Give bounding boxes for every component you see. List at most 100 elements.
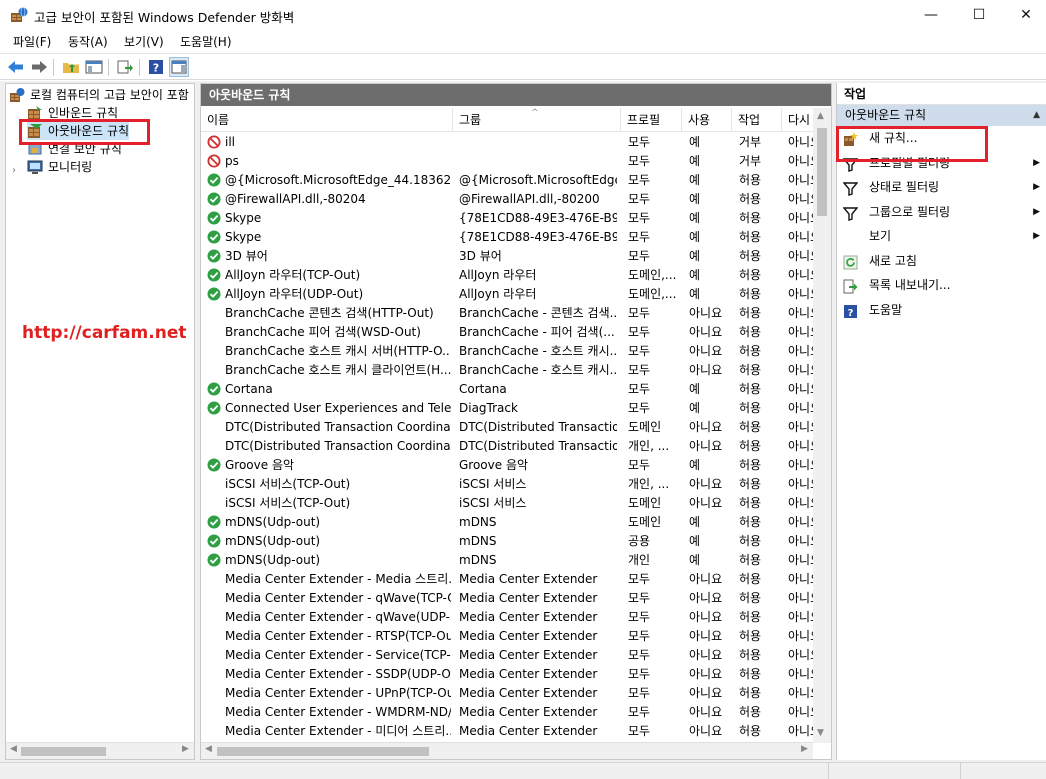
- table-row[interactable]: AllJoyn 라우터(TCP-Out) AllJoyn 라우터 도메인,... 예 허…: [201, 266, 813, 285]
- table-row[interactable]: AllJoyn 라우터(UDP-Out) AllJoyn 라우터 도메인,... 예 허…: [201, 285, 813, 304]
- status-separator: [828, 763, 829, 779]
- table-row[interactable]: BranchCache 호스트 캐시 클라이언트(H... BranchCache…: [201, 361, 813, 380]
- forward-button[interactable]: [29, 57, 49, 77]
- scrollbar-thumb[interactable]: [817, 128, 827, 216]
- scrollbar-thumb[interactable]: [21, 747, 106, 756]
- collapse-up-icon[interactable]: ▲: [1033, 105, 1040, 126]
- cell-enabled: 아니요: [689, 496, 723, 510]
- menu-action[interactable]: 동작(A): [68, 33, 108, 50]
- scroll-right-icon[interactable]: ▶: [182, 744, 189, 754]
- table-row[interactable]: Media Center Extender - UPnP(TCP-Out) Med…: [201, 684, 813, 703]
- table-row[interactable]: iSCSI 서비스(TCP-Out) iSCSI 서비스 도메인 아니요 허용 아니요: [201, 494, 813, 513]
- scroll-left-icon[interactable]: ◀: [205, 744, 212, 754]
- cell-enabled: 아니요: [689, 667, 723, 681]
- menu-view[interactable]: 보기(V): [124, 33, 164, 50]
- table-row[interactable]: Media Center Extender - Service(TCP-O...…: [201, 646, 813, 665]
- cell-profile: 모두: [628, 648, 651, 662]
- cell-profile: 모두: [628, 173, 651, 187]
- table-row[interactable]: @FirewallAPI.dll,-80204 @FirewallAPI.dll,…: [201, 190, 813, 209]
- back-button[interactable]: [6, 57, 26, 77]
- action-item[interactable]: 상태로 필터링 ▶: [837, 175, 1046, 200]
- table-row[interactable]: DTC(Distributed Transaction Coordinato..…: [201, 437, 813, 456]
- table-row[interactable]: DTC(Distributed Transaction Coordinato..…: [201, 418, 813, 437]
- cell-override: 아니요: [788, 325, 813, 339]
- cell-action: 허용: [739, 249, 762, 263]
- cell-profile: 개인: [628, 553, 651, 567]
- scroll-up-icon[interactable]: ▲: [817, 111, 824, 121]
- tree-horizontal-scrollbar[interactable]: ◀ ▶: [6, 742, 194, 759]
- scroll-left-icon[interactable]: ◀: [10, 744, 17, 754]
- cell-override: 아니요: [788, 724, 813, 738]
- table-row[interactable]: BranchCache 호스트 캐시 서버(HTTP-O... BranchCac…: [201, 342, 813, 361]
- console-tree: 로컬 컴퓨터의 고급 보안이 포함 인바운드 규칙 아웃바운드 규칙 연결 보안…: [5, 83, 195, 760]
- help-button[interactable]: ?: [146, 57, 166, 77]
- scroll-down-icon[interactable]: ▼: [817, 728, 824, 738]
- cell-name: Skype: [225, 211, 262, 225]
- action-pane-toggle-button[interactable]: [169, 57, 189, 77]
- table-row[interactable]: Skype {78E1CD88-49E3-476E-B9... 모두 예 허용 아니요: [201, 228, 813, 247]
- column-header-name[interactable]: 이름: [201, 108, 453, 132]
- export-list-button[interactable]: [115, 57, 135, 77]
- table-row[interactable]: Media Center Extender - SSDP(UDP-Out) Med…: [201, 665, 813, 684]
- column-header-profile[interactable]: 프로필: [621, 108, 682, 132]
- show-hide-tree-button[interactable]: [84, 57, 104, 77]
- list-horizontal-scrollbar[interactable]: ◀ ▶: [201, 742, 813, 759]
- close-button[interactable]: ✕: [1003, 0, 1046, 30]
- table-row[interactable]: Groove 음악 Groove 음악 모두 예 허용 아니요: [201, 456, 813, 475]
- table-row[interactable]: Media Center Extender - RTSP(TCP-Out) Med…: [201, 627, 813, 646]
- cell-name: Media Center Extender - WMDRM-ND/...: [225, 705, 451, 719]
- expand-chevron-icon[interactable]: ›: [12, 165, 16, 176]
- table-row[interactable]: Cortana Cortana 모두 예 허용 아니요: [201, 380, 813, 399]
- maximize-button[interactable]: ☐: [956, 0, 1002, 30]
- cell-name: @{Microsoft.MicrosoftEdge_44.18362.4...: [225, 173, 451, 187]
- table-row[interactable]: @{Microsoft.MicrosoftEdge_44.18362.4... @…: [201, 171, 813, 190]
- table-row[interactable]: 3D 뷰어 3D 뷰어 모두 예 허용 아니요: [201, 247, 813, 266]
- table-row[interactable]: mDNS(Udp-out) mDNS 도메인 예 허용 아니요: [201, 513, 813, 532]
- up-folder-button[interactable]: [61, 57, 81, 77]
- table-row[interactable]: BranchCache 피어 검색(WSD-Out) BranchCache - …: [201, 323, 813, 342]
- scrollbar-thumb[interactable]: [217, 747, 429, 756]
- table-row[interactable]: Media Center Extender - qWave(UDP-O... Me…: [201, 608, 813, 627]
- tree-item-monitoring[interactable]: 모니터링: [27, 158, 92, 176]
- minimize-button[interactable]: —: [908, 0, 954, 30]
- table-row[interactable]: mDNS(Udp-out) mDNS 개인 예 허용 아니요: [201, 551, 813, 570]
- column-header-group[interactable]: 그룹: [453, 108, 621, 132]
- table-row[interactable]: BranchCache 콘텐츠 검색(HTTP-Out) BranchCache …: [201, 304, 813, 323]
- action-item[interactable]: 보기 ▶: [837, 224, 1046, 249]
- table-row[interactable]: Skype {78E1CD88-49E3-476E-B9... 모두 예 허용 아니요: [201, 209, 813, 228]
- actions-title: 작업: [837, 83, 1046, 105]
- action-item[interactable]: 그룹으로 필터링 ▶: [837, 200, 1046, 225]
- column-header-enabled[interactable]: 사용: [682, 108, 732, 132]
- menu-file[interactable]: 파일(F): [13, 33, 51, 50]
- table-row[interactable]: Media Center Extender - qWave(TCP-Out) Me…: [201, 589, 813, 608]
- cell-action: 허용: [739, 192, 762, 206]
- help-icon: ?: [843, 303, 858, 319]
- action-item[interactable]: ? 도움말: [837, 298, 1046, 323]
- status-separator: [960, 763, 961, 779]
- table-row[interactable]: Connected User Experiences and Teleme...…: [201, 399, 813, 418]
- table-row[interactable]: ps 모두 예 거부 아니요: [201, 152, 813, 171]
- table-row[interactable]: ill 모두 예 거부 아니요: [201, 133, 813, 152]
- submenu-arrow-icon: ▶: [1033, 182, 1040, 192]
- cell-override: 아니요: [788, 363, 813, 377]
- table-row[interactable]: iSCSI 서비스(TCP-Out) iSCSI 서비스 개인, ... 아니요 허용 아…: [201, 475, 813, 494]
- cell-group: BranchCache - 호스트 캐시...: [459, 363, 617, 377]
- cell-action: 허용: [739, 306, 762, 320]
- scroll-right-icon[interactable]: ▶: [801, 744, 808, 754]
- cell-name: Media Center Extender - Media 스트리...: [225, 572, 451, 586]
- cell-action: 허용: [739, 648, 762, 662]
- list-vertical-scrollbar[interactable]: ▲ ▼: [813, 108, 831, 743]
- table-row[interactable]: Media Center Extender - 미디어 스트리... Media …: [201, 722, 813, 741]
- cell-name: Media Center Extender - qWave(TCP-Out): [225, 591, 451, 605]
- table-row[interactable]: mDNS(Udp-out) mDNS 공용 예 허용 아니요: [201, 532, 813, 551]
- tree-root[interactable]: 로컬 컴퓨터의 고급 보안이 포함: [9, 86, 189, 104]
- table-row[interactable]: Media Center Extender - WMDRM-ND/... Medi…: [201, 703, 813, 722]
- menu-help[interactable]: 도움말(H): [180, 33, 232, 50]
- column-header-action[interactable]: 작업: [732, 108, 782, 132]
- cell-group: @FirewallAPI.dll,-80200: [459, 192, 600, 206]
- cell-action: 허용: [739, 686, 762, 700]
- actions-section-header[interactable]: 아웃바운드 규칙 ▲: [837, 105, 1046, 126]
- table-row[interactable]: Media Center Extender - Media 스트리... Medi…: [201, 570, 813, 589]
- action-item[interactable]: 목록 내보내기...: [837, 273, 1046, 298]
- action-item[interactable]: 새로 고침: [837, 249, 1046, 274]
